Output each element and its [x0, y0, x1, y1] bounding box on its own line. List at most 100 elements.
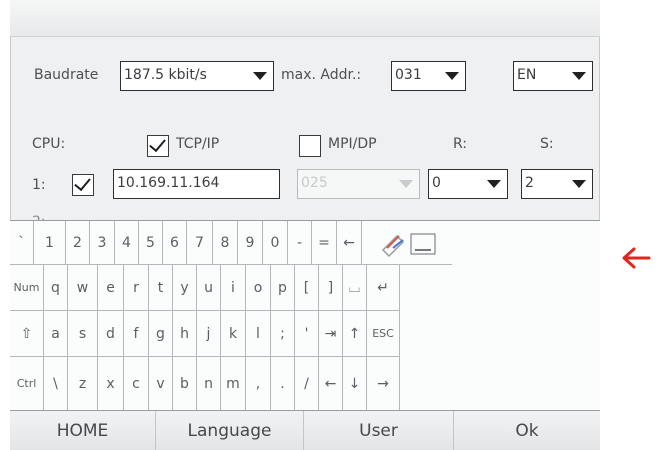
key-d[interactable]: d — [98, 311, 124, 357]
key-rbracket[interactable]: ] — [319, 265, 343, 311]
key-8[interactable]: 8 — [213, 221, 238, 265]
key-semicolon[interactable]: ; — [271, 311, 295, 357]
key-s[interactable]: s — [68, 311, 98, 357]
key-3[interactable]: 3 — [90, 221, 115, 265]
key-i[interactable]: i — [221, 265, 246, 311]
key-a[interactable]: a — [44, 311, 68, 357]
key-l[interactable]: l — [246, 311, 271, 357]
key-num[interactable]: Num — [10, 265, 44, 311]
row1-s-select[interactable]: 2 — [521, 169, 593, 199]
hmi-screen: Baudrate 187.5 kbit/s max. Addr.: 031 EN… — [10, 0, 600, 450]
key-b[interactable]: b — [173, 357, 197, 411]
key-enter[interactable]: ↵ — [367, 265, 400, 311]
tcpip-checkbox[interactable] — [147, 134, 169, 157]
row1-r-select[interactable]: 0 — [428, 169, 508, 199]
key-backtick[interactable]: ` — [10, 221, 34, 265]
key-comma[interactable]: , — [246, 357, 271, 411]
key-space[interactable]: ⌴ — [343, 265, 367, 311]
key-shift[interactable]: ⇧ — [10, 311, 44, 357]
key-equals[interactable]: = — [312, 221, 337, 265]
ok-button[interactable]: Ok — [454, 411, 600, 450]
key-k[interactable]: k — [221, 311, 246, 357]
key-w[interactable]: w — [68, 265, 98, 311]
key-j[interactable]: j — [197, 311, 221, 357]
bottom-nav: HOME Language User Ok — [10, 410, 600, 450]
row1-checkbox[interactable] — [72, 173, 94, 196]
key-m[interactable]: m — [221, 357, 246, 411]
key-f[interactable]: f — [124, 311, 149, 357]
language-button[interactable]: Language — [156, 411, 304, 450]
title-strip — [10, 0, 600, 37]
row1-mpi-value: 025 — [301, 175, 328, 191]
key-period[interactable]: . — [271, 357, 295, 411]
key-u[interactable]: u — [197, 265, 221, 311]
key-quote[interactable]: ' — [295, 311, 319, 357]
key-c[interactable]: c — [124, 357, 149, 411]
key-x[interactable]: x — [98, 357, 124, 411]
row1-r-value: 0 — [432, 175, 441, 191]
check-icon — [74, 173, 91, 192]
row1-label: 1: — [32, 177, 46, 193]
chevron-down-icon — [247, 62, 273, 90]
mpidp-label: MPI/DP — [328, 136, 377, 152]
tcpip-label: TCP/IP — [176, 136, 220, 152]
key-1[interactable]: 1 — [34, 221, 66, 265]
chevron-down-icon — [566, 62, 592, 90]
baudrate-select[interactable]: 187.5 kbit/s — [120, 61, 274, 91]
row1-s-value: 2 — [525, 175, 534, 191]
key-down[interactable]: ↓ — [343, 357, 367, 411]
key-9[interactable]: 9 — [238, 221, 263, 265]
key-backslash[interactable]: \ — [44, 357, 68, 411]
key-e[interactable]: e — [98, 265, 124, 311]
row1-mpi-select[interactable]: 025 — [297, 169, 420, 199]
key-backspace[interactable]: ← — [337, 221, 362, 265]
key-6[interactable]: 6 — [163, 221, 187, 265]
baudrate-value: 187.5 kbit/s — [124, 67, 207, 83]
key-slash[interactable]: / — [295, 357, 319, 411]
key-r[interactable]: r — [124, 265, 149, 311]
chevron-down-icon — [566, 170, 592, 198]
onscreen-keyboard: ` 1 2 3 4 5 6 7 8 9 0 - = ← Num q w e r … — [10, 220, 600, 411]
key-ctrl[interactable]: Ctrl — [10, 357, 44, 411]
key-q[interactable]: q — [44, 265, 68, 311]
chevron-down-icon — [393, 170, 419, 198]
settings-form: Baudrate 187.5 kbit/s max. Addr.: 031 EN… — [10, 36, 600, 232]
key-o[interactable]: o — [246, 265, 271, 311]
key-g[interactable]: g — [149, 311, 173, 357]
key-y[interactable]: y — [173, 265, 197, 311]
key-2[interactable]: 2 — [66, 221, 90, 265]
language-select[interactable]: EN — [513, 61, 593, 91]
red-arrow-icon — [622, 247, 651, 269]
home-button[interactable]: HOME — [10, 411, 156, 450]
max-addr-select[interactable]: 031 — [391, 61, 466, 91]
key-n[interactable]: n — [197, 357, 221, 411]
mpidp-checkbox[interactable] — [299, 135, 321, 157]
check-icon — [149, 134, 166, 153]
row1-ip-field[interactable]: 10.169.11.164 — [113, 169, 280, 199]
max-addr-value: 031 — [395, 67, 422, 83]
keyboard-tool-area — [362, 221, 452, 265]
eraser-icon[interactable] — [377, 228, 437, 258]
cpu-label: CPU: — [32, 136, 66, 152]
key-lbracket[interactable]: [ — [295, 265, 319, 311]
key-t[interactable]: t — [149, 265, 173, 311]
user-button[interactable]: User — [304, 411, 454, 450]
key-0[interactable]: 0 — [263, 221, 288, 265]
key-p[interactable]: p — [271, 265, 295, 311]
key-right[interactable]: → — [367, 357, 400, 411]
key-v[interactable]: v — [149, 357, 173, 411]
baudrate-label: Baudrate — [34, 67, 99, 83]
key-tab[interactable]: ⇥ — [319, 311, 343, 357]
key-minus[interactable]: - — [288, 221, 312, 265]
chevron-down-icon — [481, 170, 507, 198]
key-7[interactable]: 7 — [187, 221, 213, 265]
key-left[interactable]: ← — [319, 357, 343, 411]
key-z[interactable]: z — [68, 357, 98, 411]
key-esc[interactable]: ESC — [367, 311, 400, 357]
row1-ip-value: 10.169.11.164 — [117, 175, 220, 191]
key-up[interactable]: ↑ — [343, 311, 367, 357]
key-h[interactable]: h — [173, 311, 197, 357]
language-value: EN — [517, 67, 537, 83]
key-4[interactable]: 4 — [115, 221, 139, 265]
key-5[interactable]: 5 — [139, 221, 163, 265]
